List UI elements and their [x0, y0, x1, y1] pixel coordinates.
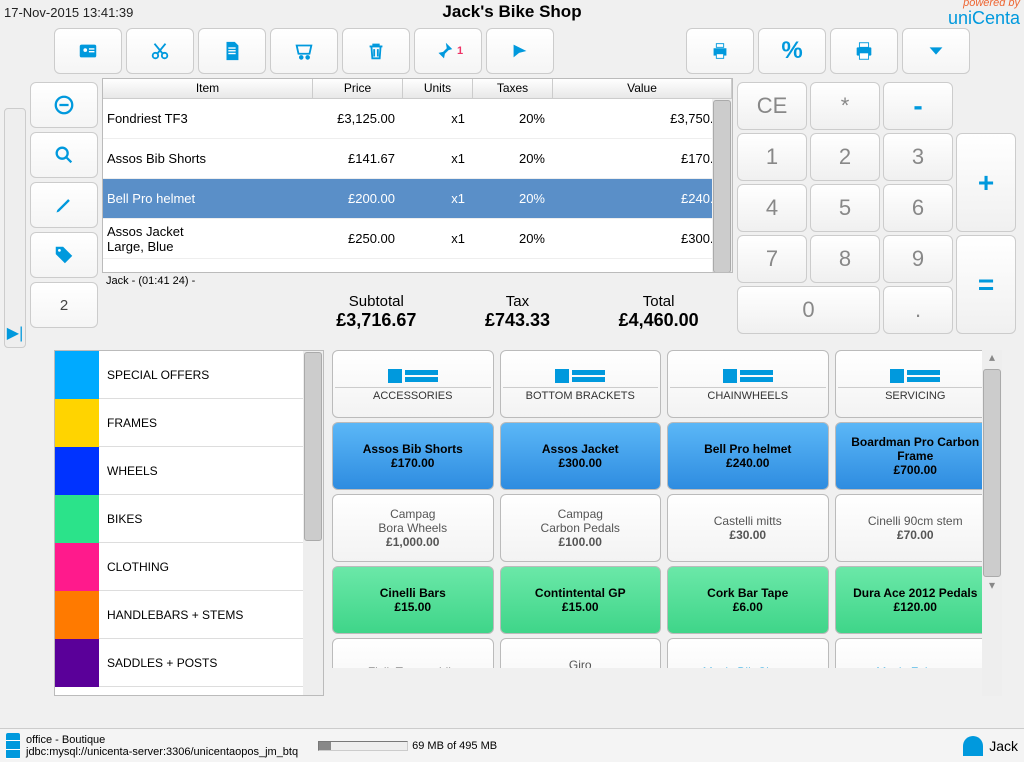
ticket-info: Jack - (01:41 24) - [102, 273, 733, 289]
category-item[interactable]: WHEELS [55, 447, 323, 495]
product-button[interactable]: Mavic Bib Shorts [667, 638, 829, 668]
key-equals[interactable]: = [956, 235, 1016, 334]
col-taxes: Taxes [473, 79, 553, 98]
ticket-row[interactable]: Assos Bib Shorts£141.67x120%£170.00 [103, 139, 732, 179]
tax-label: Tax [485, 293, 550, 310]
key-star[interactable]: * [810, 82, 880, 130]
customer-button[interactable] [54, 28, 122, 74]
product-category[interactable]: ACCESSORIES [332, 350, 494, 418]
key-minus[interactable]: - [883, 82, 953, 130]
document-button[interactable] [198, 28, 266, 74]
toolbar: 1 % [0, 24, 1024, 78]
left-rail[interactable]: ▶| [4, 108, 26, 348]
key-ce[interactable]: CE [737, 82, 807, 130]
trash-button[interactable] [342, 28, 410, 74]
memory-bar [318, 741, 408, 751]
user-icon [963, 736, 983, 756]
category-item[interactable]: BIKES [55, 495, 323, 543]
ticket-row[interactable]: Bell Pro helmet£200.00x120%£240.00 [103, 179, 732, 219]
key-9[interactable]: 9 [883, 235, 953, 283]
pin-button[interactable]: 1 [414, 28, 482, 74]
key-1[interactable]: 1 [737, 133, 807, 181]
ticket-number[interactable]: 2 [30, 282, 98, 328]
search-button[interactable] [30, 132, 98, 178]
product-button[interactable]: Giro Factor Shoes [500, 638, 662, 668]
category-item[interactable]: HANDLEBARS + STEMS [55, 591, 323, 639]
memory-text: 69 MB of 495 MB [412, 740, 497, 752]
database-icon [6, 733, 20, 759]
key-5[interactable]: 5 [810, 184, 880, 232]
key-2[interactable]: 2 [810, 133, 880, 181]
product-button[interactable]: Cinelli 90cm stem£70.00 [835, 494, 997, 562]
user-name: Jack [989, 738, 1018, 754]
product-category[interactable]: BOTTOM BRACKETS [500, 350, 662, 418]
category-item[interactable]: FRAMES [55, 399, 323, 447]
product-button[interactable]: Contintental GP£15.00 [500, 566, 662, 634]
product-button[interactable]: Campag Carbon Pedals£100.00 [500, 494, 662, 562]
ticket-scrollbar[interactable] [712, 99, 732, 272]
print-button[interactable] [830, 28, 898, 74]
product-button[interactable]: Boardman Pro Carbon Frame£700.00 [835, 422, 997, 490]
ticket-row[interactable]: Fondriest TF3£3,125.00x120%£3,750.00 [103, 99, 732, 139]
key-0[interactable]: 0 [737, 286, 880, 334]
subtotal-label: Subtotal [336, 293, 416, 310]
product-button[interactable]: Assos Jacket£300.00 [500, 422, 662, 490]
product-button[interactable]: Fizik Tour saddle [332, 638, 494, 668]
total-label: Total [619, 293, 699, 310]
product-button[interactable]: Castelli mitts£30.00 [667, 494, 829, 562]
key-6[interactable]: 6 [883, 184, 953, 232]
ticket-table: Item Price Units Taxes Value Fondriest T… [102, 78, 733, 273]
key-plus[interactable]: + [956, 133, 1016, 232]
edit-button[interactable] [30, 182, 98, 228]
export-button[interactable] [486, 28, 554, 74]
timestamp: 17-Nov-2015 13:41:39 [4, 5, 133, 20]
keypad: CE * - 1 2 3 + 4 5 6 7 8 9 = 0 . [733, 78, 1024, 350]
category-item[interactable]: CLOTHING [55, 543, 323, 591]
product-button[interactable]: Cinelli Bars£15.00 [332, 566, 494, 634]
key-3[interactable]: 3 [883, 133, 953, 181]
product-scrollbar[interactable]: ▴▾ [982, 350, 1002, 696]
key-dot[interactable]: . [883, 286, 953, 334]
col-value: Value [553, 79, 732, 98]
subtotal-value: £3,716.67 [336, 310, 416, 331]
category-scrollbar[interactable] [303, 351, 323, 695]
powered-by: powered by uniCenta [948, 0, 1020, 27]
tax-value: £743.33 [485, 310, 550, 331]
category-item[interactable]: SADDLES + POSTS [55, 639, 323, 687]
remove-line-button[interactable] [30, 82, 98, 128]
status-office: office - Boutique [26, 734, 298, 746]
product-button[interactable]: Mavic Fulcrum [835, 638, 997, 668]
status-jdbc: jdbc:mysql://unicenta-server:3306/unicen… [26, 746, 298, 758]
product-button[interactable]: Dura Ace 2012 Pedals£120.00 [835, 566, 997, 634]
product-button[interactable]: Assos Bib Shorts£170.00 [332, 422, 494, 490]
col-item: Item [103, 79, 313, 98]
col-price: Price [313, 79, 403, 98]
product-category[interactable]: CHAINWHEELS [667, 350, 829, 418]
total-value: £4,460.00 [619, 310, 699, 331]
dropdown-button[interactable] [902, 28, 970, 74]
key-8[interactable]: 8 [810, 235, 880, 283]
shop-name: Jack's Bike Shop [442, 2, 581, 22]
tag-button[interactable] [30, 232, 98, 278]
discount-button[interactable]: % [758, 28, 826, 74]
product-button[interactable]: Bell Pro helmet£240.00 [667, 422, 829, 490]
print-split-button[interactable] [686, 28, 754, 74]
product-button[interactable]: Campag Bora Wheels£1,000.00 [332, 494, 494, 562]
product-category[interactable]: SERVICING [835, 350, 997, 418]
cut-button[interactable] [126, 28, 194, 74]
ticket-row[interactable]: Assos Jacket Large, Blue£250.00x120%£300… [103, 219, 732, 259]
product-grid: ACCESSORIESBOTTOM BRACKETSCHAINWHEELSSER… [328, 350, 1000, 696]
expand-icon: ▶| [7, 323, 23, 343]
col-units: Units [403, 79, 473, 98]
cart-button[interactable] [270, 28, 338, 74]
product-button[interactable]: Cork Bar Tape£6.00 [667, 566, 829, 634]
category-list: SPECIAL OFFERSFRAMESWHEELSBIKESCLOTHINGH… [54, 350, 324, 696]
key-7[interactable]: 7 [737, 235, 807, 283]
key-4[interactable]: 4 [737, 184, 807, 232]
status-bar: office - Boutique jdbc:mysql://unicenta-… [0, 728, 1024, 762]
category-item[interactable]: SPECIAL OFFERS [55, 351, 323, 399]
